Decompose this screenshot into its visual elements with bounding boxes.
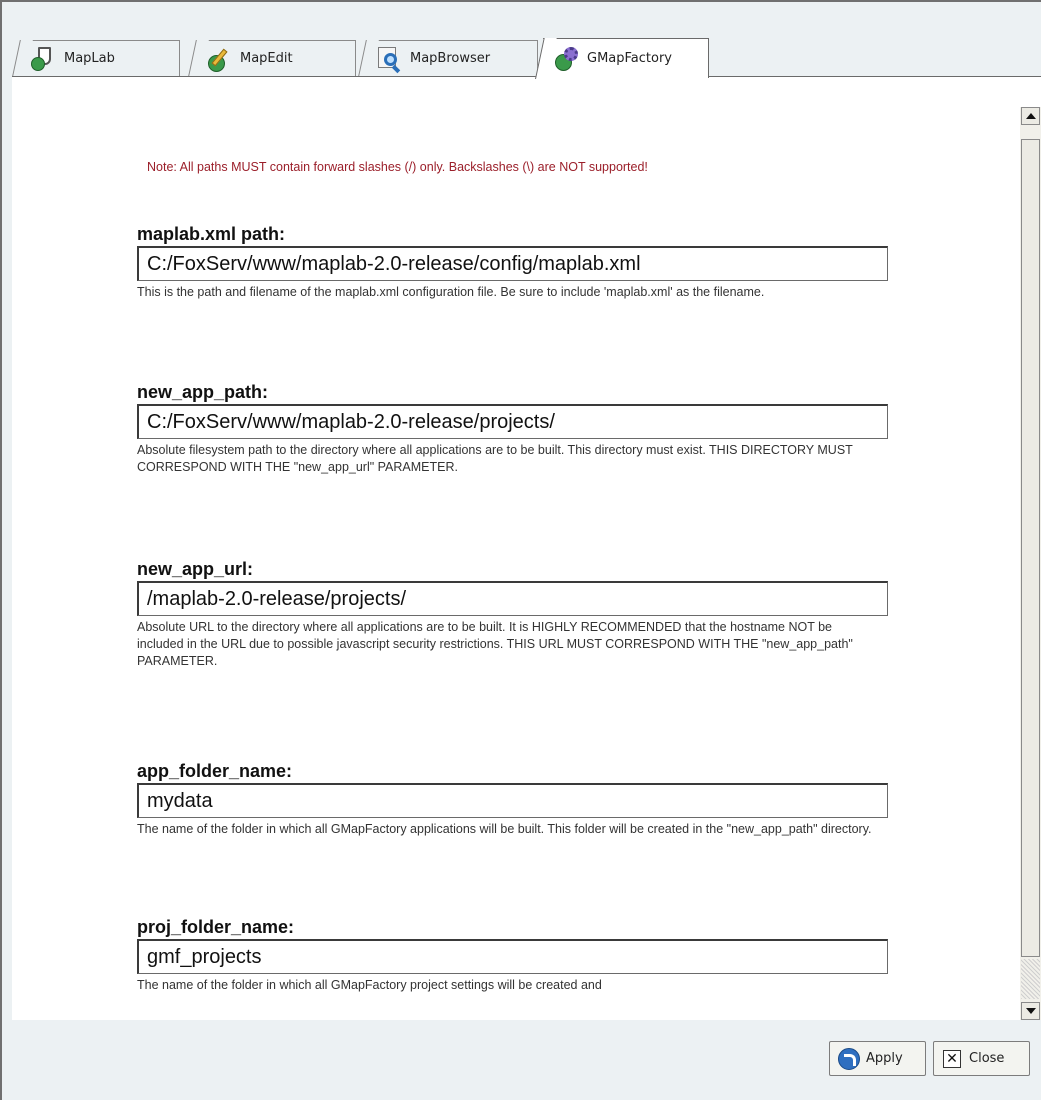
close-icon: ✕ xyxy=(943,1049,961,1068)
gmapfactory-icon xyxy=(553,46,579,72)
field-description: Absolute filesystem path to the director… xyxy=(137,443,853,474)
field-description: The name of the folder in which all GMap… xyxy=(137,822,872,836)
apply-button-label: Apply xyxy=(866,1051,903,1066)
field-proj-folder-name: proj_folder_name: The name of the folder… xyxy=(137,916,897,994)
close-button[interactable]: ✕ Close xyxy=(933,1041,1030,1076)
tab-label: MapEdit xyxy=(240,51,293,66)
scroll-down-arrow-icon[interactable] xyxy=(1021,1002,1040,1020)
field-description: This is the path and filename of the map… xyxy=(137,285,765,299)
field-maplab-xml-path: maplab.xml path: This is the path and fi… xyxy=(137,223,897,301)
mapedit-icon xyxy=(206,46,232,72)
scrollbar-thumb[interactable] xyxy=(1021,139,1040,957)
path-note: Note: All paths MUST contain forward sla… xyxy=(147,160,648,174)
field-description: The name of the folder in which all GMap… xyxy=(137,978,602,992)
settings-panel xyxy=(12,76,1041,1020)
tab-bar: MapLab MapEdit MapBrowser GMapFactory xyxy=(10,38,1040,78)
tab-label: MapLab xyxy=(64,51,115,66)
tab-mapbrowser[interactable]: MapBrowser xyxy=(366,40,538,76)
field-label: app_folder_name: xyxy=(137,761,293,781)
scrollbar-track[interactable] xyxy=(1021,959,1040,999)
apply-button[interactable]: Apply xyxy=(829,1041,926,1076)
new-app-path-input[interactable] xyxy=(137,404,888,439)
gmapfactory-settings-window: MapLab MapEdit MapBrowser GMapFactory No… xyxy=(0,0,1041,1100)
field-new-app-url: new_app_url: Absolute URL to the directo… xyxy=(137,558,897,670)
new-app-url-input[interactable] xyxy=(137,581,888,616)
field-new-app-path: new_app_path: Absolute filesystem path t… xyxy=(137,381,897,476)
close-button-label: Close xyxy=(969,1051,1005,1066)
proj-folder-name-input[interactable] xyxy=(137,939,888,974)
field-label: new_app_path: xyxy=(137,382,269,402)
tab-label: MapBrowser xyxy=(410,51,491,66)
field-label: maplab.xml path: xyxy=(137,224,286,244)
maplab-xml-path-input[interactable] xyxy=(137,246,888,281)
vertical-scrollbar[interactable] xyxy=(1020,107,1041,1020)
scroll-up-arrow-icon[interactable] xyxy=(1021,107,1040,125)
tab-maplab[interactable]: MapLab xyxy=(20,40,180,76)
apply-icon xyxy=(838,1047,860,1070)
field-description: Absolute URL to the directory where all … xyxy=(137,620,853,668)
field-label: proj_folder_name: xyxy=(137,917,295,937)
field-label: new_app_url: xyxy=(137,559,254,579)
tab-label: GMapFactory xyxy=(587,51,672,66)
maplab-icon xyxy=(30,46,56,72)
field-app-folder-name: app_folder_name: The name of the folder … xyxy=(137,760,897,838)
tab-mapedit[interactable]: MapEdit xyxy=(196,40,356,76)
app-folder-name-input[interactable] xyxy=(137,783,888,818)
mapbrowser-icon xyxy=(376,46,402,73)
tab-gmapfactory[interactable]: GMapFactory xyxy=(543,38,709,78)
